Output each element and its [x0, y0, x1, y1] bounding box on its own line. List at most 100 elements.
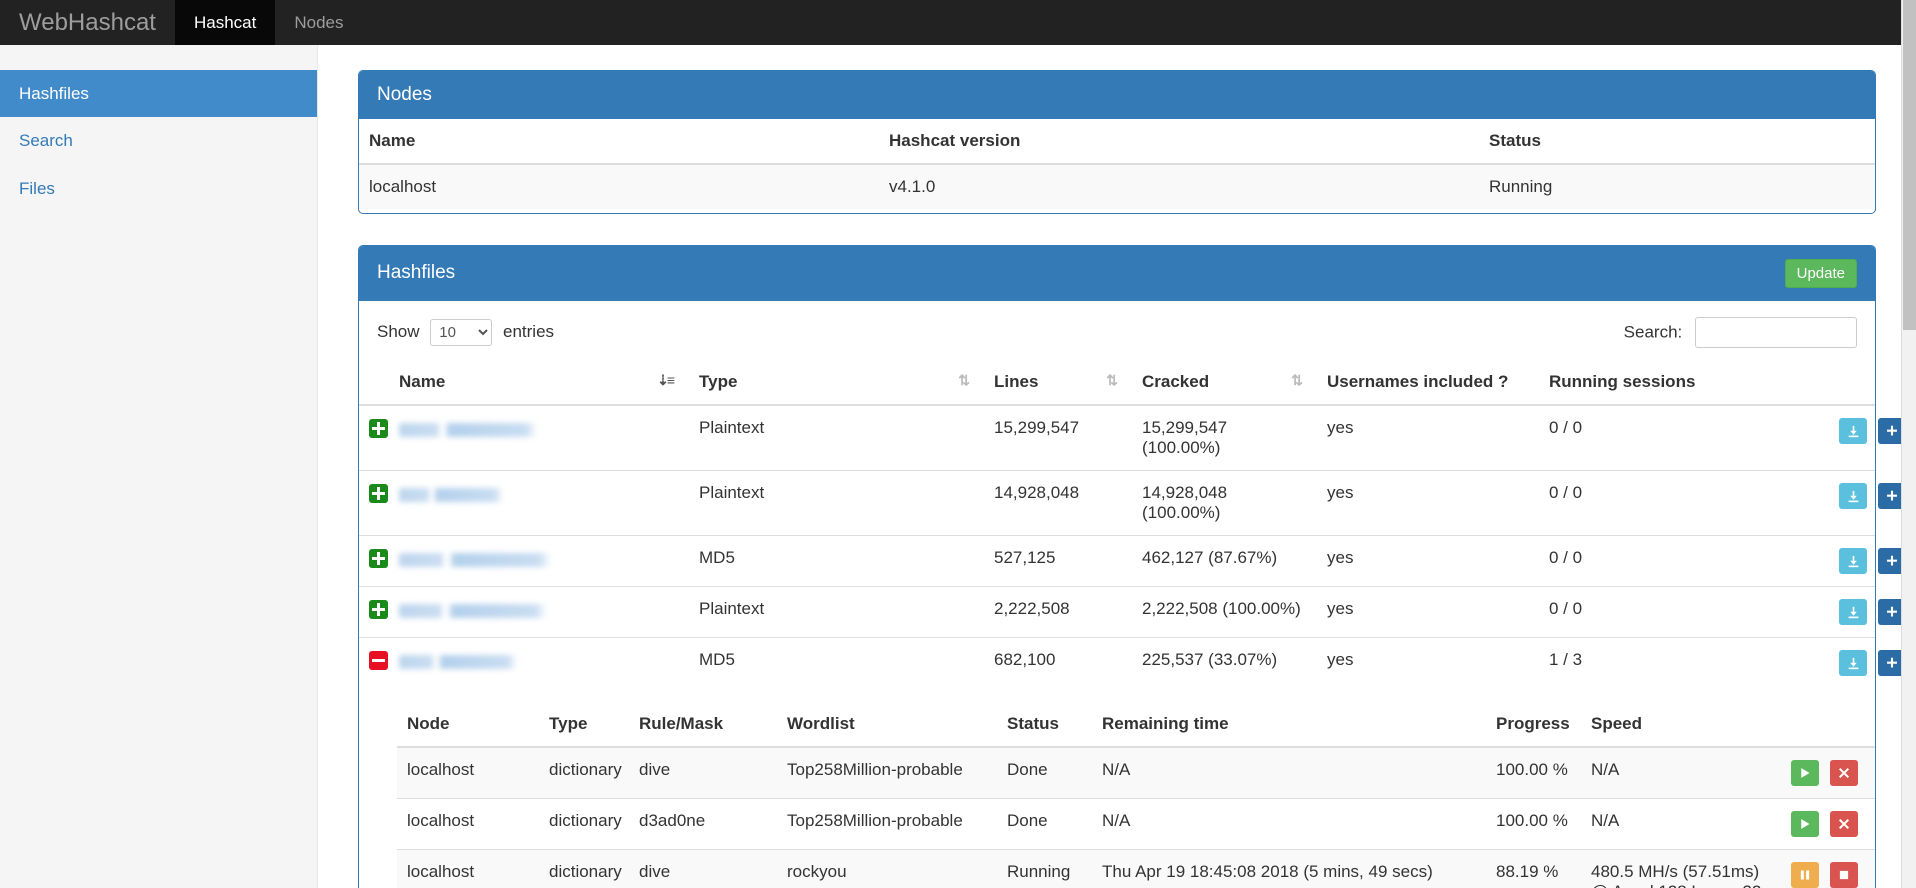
node-version: v4.1.0 — [889, 177, 936, 196]
nodes-panel: Nodes Name Hashcat version Status localh… — [358, 70, 1876, 214]
nav-item-nodes[interactable]: Nodes — [275, 0, 362, 45]
hashfile-sessions: 0 / 0 — [1549, 418, 1583, 437]
sessions-col-remaining: Remaining time — [1092, 702, 1486, 748]
sidebar: Hashfiles Search Files — [0, 45, 318, 888]
search-label: Search: — [1623, 322, 1683, 342]
expand-cell[interactable] — [359, 405, 389, 471]
hashfile-type: MD5 — [689, 535, 984, 587]
plus-square-icon[interactable] — [369, 600, 388, 620]
table-row: localhost v4.1.0 Running — [359, 164, 1875, 209]
sidebar-item-files[interactable]: Files — [0, 165, 317, 212]
plus-square-icon[interactable] — [369, 419, 388, 439]
entries-select[interactable]: 10 25 50 100 — [430, 319, 493, 346]
sessions-col-speed: Speed — [1581, 702, 1781, 748]
hashfiles-table-body: Plaintext 15,299,547 15,299,547 (100.00%… — [359, 405, 1906, 888]
times-icon[interactable] — [1829, 811, 1858, 837]
search-input[interactable] — [1695, 317, 1857, 348]
hashfiles-panel-body: Show 10 25 50 100 entries Search: — [359, 301, 1906, 888]
sort-icon[interactable]: ⇅ — [958, 372, 970, 389]
page-scrollbar[interactable] — [1901, 0, 1916, 888]
session-progress: 88.19 % — [1486, 849, 1581, 888]
sessions-table-header-row: Node Type Rule/Mask Wordlist Status Rema… — [397, 702, 1875, 748]
expand-cell[interactable] — [359, 535, 389, 587]
brand-link[interactable]: WebHashcat — [0, 0, 175, 45]
sort-icon[interactable]: ⇅ — [1291, 372, 1303, 389]
sort-icon[interactable]: ⇅ — [1106, 372, 1118, 389]
session-rule: dive — [639, 760, 671, 779]
download-icon[interactable] — [1839, 418, 1867, 444]
main-content: Nodes Name Hashcat version Status localh… — [318, 45, 1916, 888]
hashfile-cracked: 14,928,048 (100.00%) — [1132, 470, 1317, 536]
node-name: localhost — [369, 177, 437, 196]
hashfile-name[interactable] — [389, 637, 689, 688]
nodes-col-name: Name — [359, 119, 879, 165]
col-type[interactable]: Type ⇅ — [689, 360, 984, 406]
update-button[interactable]: Update — [1784, 259, 1857, 288]
download-icon[interactable] — [1839, 599, 1867, 625]
table-row: Plaintext 2,222,508 2,222,508 (100.00%) … — [359, 586, 1906, 638]
session-status: Done — [1007, 760, 1048, 779]
session-node: localhost — [407, 760, 475, 779]
col-lines-label: Lines — [994, 372, 1039, 391]
hashfiles-table: Name ⇣≡ Type ⇅ Lines ⇅ Cracked ⇅ Usernam… — [359, 360, 1906, 888]
session-speed: N/A — [1581, 798, 1781, 850]
hashfile-sessions: 0 / 0 — [1539, 470, 1829, 536]
hashfiles-table-header-row: Name ⇣≡ Type ⇅ Lines ⇅ Cracked ⇅ Usernam… — [359, 360, 1875, 406]
session-status: Done — [997, 798, 1092, 850]
row-actions — [1829, 637, 1906, 688]
hashfiles-panel-title: Hashfiles — [377, 262, 456, 284]
download-icon[interactable] — [1839, 548, 1867, 574]
play-icon[interactable] — [1791, 760, 1819, 786]
sidebar-item-hashfiles[interactable]: Hashfiles — [0, 70, 317, 118]
hashfile-type: Plaintext — [689, 586, 984, 638]
session-actions — [1781, 798, 1875, 850]
table-row: Plaintext 15,299,547 15,299,547 (100.00%… — [359, 405, 1906, 471]
hashfile-name[interactable] — [389, 470, 689, 536]
top-navbar: WebHashcat Hashcat Nodes — [0, 0, 1916, 45]
expand-cell[interactable] — [359, 470, 389, 536]
download-icon[interactable] — [1839, 483, 1867, 509]
nav-item-hashcat[interactable]: Hashcat — [174, 0, 276, 45]
expand-cell[interactable] — [359, 586, 389, 638]
sessions-table: Node Type Rule/Mask Wordlist Status Rema… — [397, 702, 1875, 888]
col-lines[interactable]: Lines ⇅ — [984, 360, 1132, 406]
download-icon[interactable] — [1839, 650, 1867, 676]
hashfile-name[interactable] — [389, 405, 689, 471]
redacted-name — [399, 422, 537, 437]
expand-cell[interactable] — [359, 637, 389, 688]
session-remaining: N/A — [1092, 798, 1486, 850]
session-type: dictionary — [539, 849, 629, 888]
session-actions — [1781, 849, 1875, 888]
session-type: dictionary — [539, 798, 629, 850]
col-cracked[interactable]: Cracked ⇅ — [1132, 360, 1317, 406]
nodes-table: Name Hashcat version Status localhost v4… — [359, 119, 1875, 209]
plus-square-icon[interactable] — [369, 549, 388, 569]
sessions-col-type: Type — [539, 702, 629, 748]
play-icon[interactable] — [1791, 811, 1819, 837]
hashfile-name[interactable] — [389, 535, 689, 587]
sessions-col-node: Node — [397, 702, 539, 748]
list-item: localhost dictionary dive rockyou Runnin… — [397, 849, 1875, 888]
length-menu: Show 10 25 50 100 entries — [377, 319, 554, 346]
col-name-label: Name — [399, 372, 446, 391]
plus-square-icon[interactable] — [369, 484, 388, 504]
sessions-col-wordlist: Wordlist — [777, 702, 997, 748]
redacted-name — [399, 552, 551, 567]
redacted-name — [399, 487, 503, 502]
session-remaining: N/A — [1102, 760, 1131, 779]
table-row: MD5 527,125 462,127 (87.67%) yes 0 / 0 — [359, 535, 1906, 587]
list-item: localhost dictionary dive Top258Million-… — [397, 747, 1875, 799]
sidebar-item-search[interactable]: Search — [0, 117, 317, 164]
hashfile-name[interactable] — [389, 586, 689, 638]
minus-square-icon[interactable] — [369, 651, 388, 671]
sort-icon[interactable]: ⇣≡ — [657, 372, 675, 389]
redacted-name — [399, 603, 547, 618]
col-name[interactable]: Name ⇣≡ — [389, 360, 689, 406]
hashfile-usernames: yes — [1317, 535, 1539, 587]
hashfile-usernames: yes — [1327, 418, 1354, 437]
pause-icon[interactable] — [1791, 862, 1819, 888]
scrollbar-thumb[interactable] — [1903, 0, 1916, 330]
times-icon[interactable] — [1829, 760, 1858, 786]
search-filter: Search: — [1624, 317, 1857, 348]
stop-icon[interactable] — [1829, 862, 1858, 888]
